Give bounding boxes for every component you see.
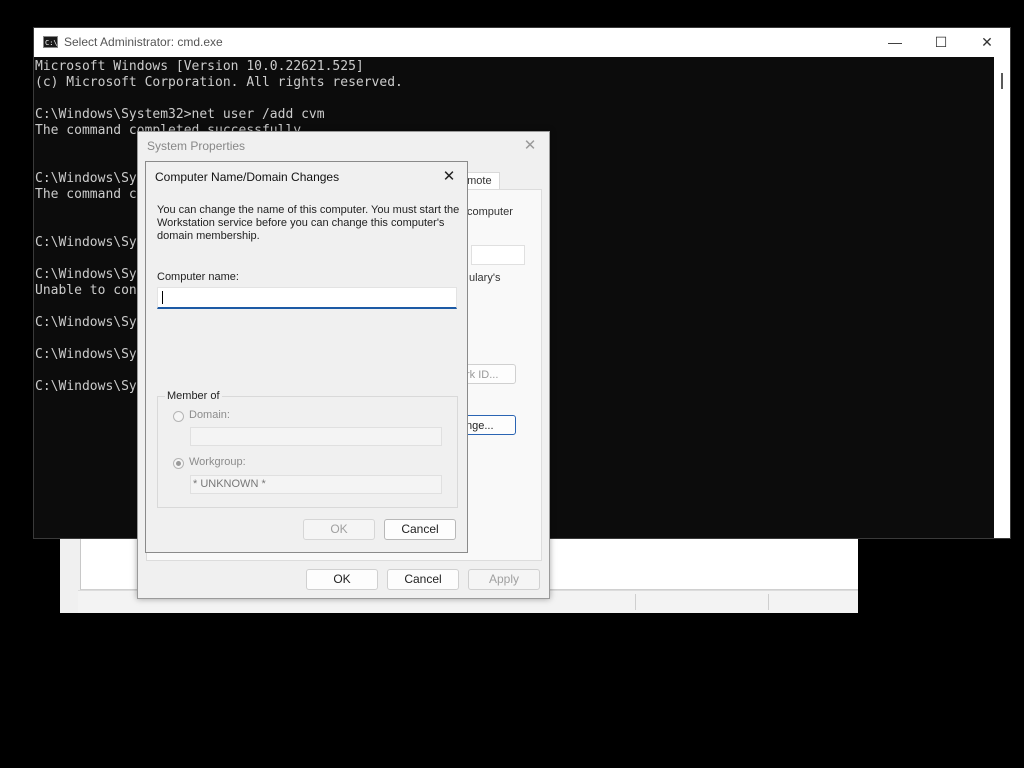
panel-field <box>471 245 525 265</box>
console-line: Microsoft Windows [Version 10.0.22621.52… <box>35 59 364 74</box>
computer-name-domain-dialog[interactable]: Computer Name/Domain Changes ✕ You can c… <box>145 161 468 553</box>
domain-label: Domain: <box>189 409 230 421</box>
scrollbar-thumb[interactable] <box>1001 73 1003 89</box>
maximize-button[interactable]: ☐ <box>918 28 964 57</box>
text-caret <box>162 291 163 304</box>
console-line: C:\Windows\System32>net user /add cvm <box>35 107 325 122</box>
computer-name-cancel-button[interactable]: Cancel <box>384 519 456 540</box>
member-of-group: Member of Domain: Workgroup: * UNKNOWN * <box>157 390 458 508</box>
cmd-titlebar[interactable]: C:\ Select Administrator: cmd.exe — ☐ ✕ <box>34 28 1010 57</box>
computer-name-description: You can change the name of this computer… <box>157 204 460 242</box>
system-properties-title: System Properties <box>147 139 246 153</box>
status-separator <box>635 594 636 610</box>
minimize-button[interactable]: — <box>872 28 918 57</box>
cmd-window-title: Select Administrator: cmd.exe <box>64 35 223 49</box>
system-properties-close-button[interactable]: ✕ <box>517 135 543 157</box>
system-properties-ok-button[interactable]: OK <box>306 569 378 590</box>
computer-name-dialog-close-button[interactable]: ✕ <box>437 166 461 188</box>
system-properties-cancel-button[interactable]: Cancel <box>387 569 459 590</box>
domain-radio[interactable] <box>173 411 184 422</box>
status-separator <box>768 594 769 610</box>
console-scrollbar[interactable] <box>994 57 1010 538</box>
change-button[interactable]: nge... <box>461 415 516 435</box>
computer-name-dialog-title: Computer Name/Domain Changes <box>155 170 340 184</box>
panel-text-computer: computer <box>467 206 513 218</box>
workgroup-label: Workgroup: <box>189 456 246 468</box>
member-of-label: Member of <box>165 390 222 402</box>
computer-name-label: Computer name: <box>157 271 239 283</box>
cmd-app-icon: C:\ <box>43 36 58 48</box>
computer-name-ok-button[interactable]: OK <box>303 519 375 540</box>
panel-text-ulary: ulary's <box>469 272 501 284</box>
workgroup-radio[interactable] <box>173 458 184 469</box>
close-button[interactable]: ✕ <box>964 28 1010 57</box>
workgroup-field[interactable]: * UNKNOWN * <box>190 475 442 494</box>
domain-field[interactable] <box>190 427 442 446</box>
computer-name-input[interactable] <box>157 287 457 309</box>
network-id-button[interactable]: rk ID... <box>461 364 516 384</box>
system-properties-apply-button[interactable]: Apply <box>468 569 540 590</box>
console-line: (c) Microsoft Corporation. All rights re… <box>35 75 403 90</box>
